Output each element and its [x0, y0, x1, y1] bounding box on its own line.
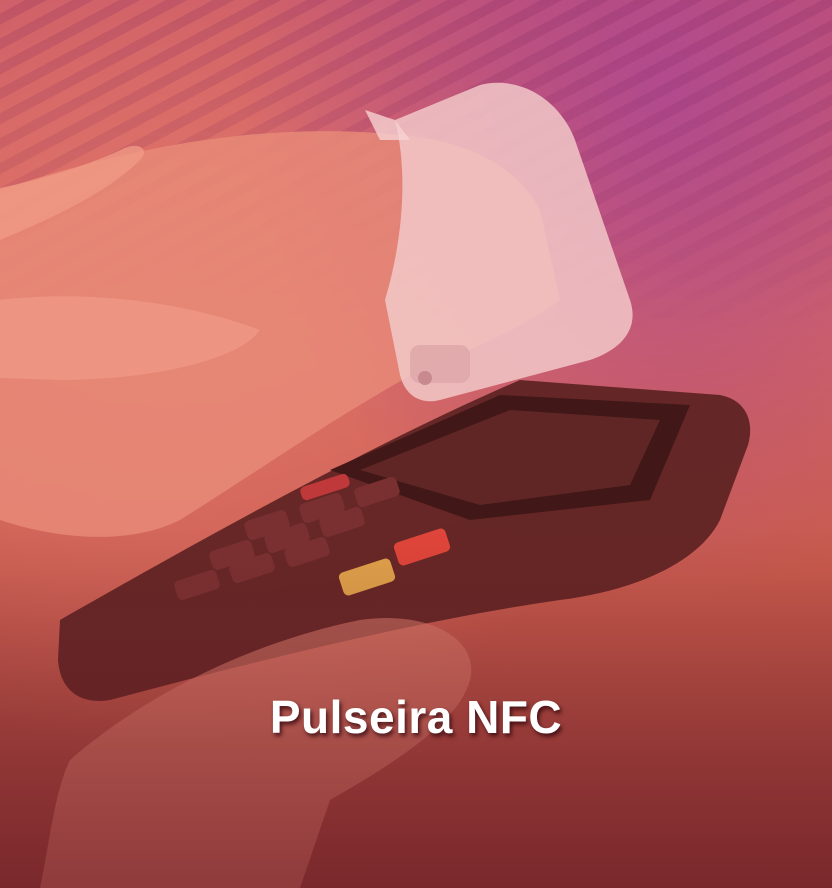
page-title: Pulseira NFC — [269, 691, 563, 743]
nfc-bracelet-card: Pulseira NFC — [0, 0, 832, 888]
wristband-icon — [365, 82, 633, 402]
